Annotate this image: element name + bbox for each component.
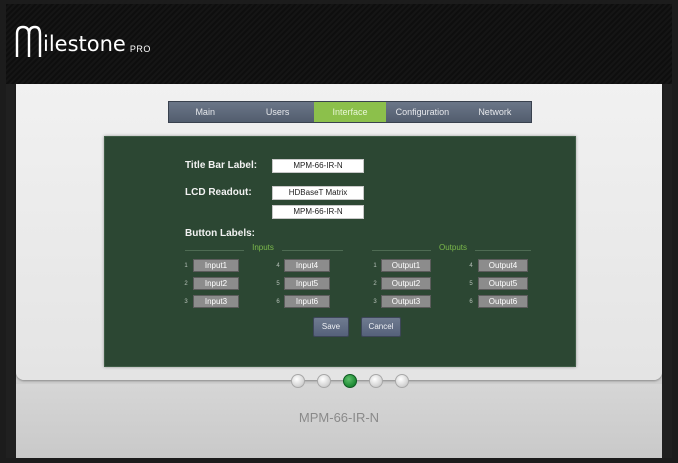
brand-logo: ilestone PRO: [14, 18, 151, 58]
input-number: 1: [184, 263, 188, 269]
app-window: ilestone PRO Main Users Interface Config…: [0, 0, 678, 463]
output-number: 6: [469, 299, 473, 305]
main-panel: Main Users Interface Configuration Netwo…: [16, 84, 662, 458]
lcd-line1-input[interactable]: [272, 186, 364, 200]
pager-dot-2[interactable]: [317, 374, 331, 388]
page-indicator: [291, 372, 421, 390]
output1-label-field[interactable]: [381, 259, 431, 272]
input3-label-field[interactable]: [193, 295, 239, 308]
logo-wordmark: ilestone: [43, 32, 126, 56]
input-number: 6: [276, 299, 280, 305]
output-number: 1: [373, 263, 377, 269]
lcd-line2-input[interactable]: [272, 205, 364, 219]
tab-configuration[interactable]: Configuration: [386, 102, 459, 122]
output-number: 4: [469, 263, 473, 269]
output2-label-field[interactable]: [381, 277, 431, 290]
inputs-divider-right: [282, 250, 343, 251]
milestone-m-logo-icon: [15, 25, 42, 57]
input6-label-field[interactable]: [284, 295, 330, 308]
output-number: 5: [469, 281, 473, 287]
cancel-button[interactable]: Cancel: [361, 317, 401, 337]
content-area: Main Users Interface Configuration Netwo…: [6, 84, 672, 458]
pager-dot-5[interactable]: [395, 374, 409, 388]
input-number: 3: [184, 299, 188, 305]
input-number: 4: [276, 263, 280, 269]
output5-label-field[interactable]: [478, 277, 528, 290]
outputs-divider-right: [475, 250, 531, 251]
logo-suffix: PRO: [129, 44, 151, 54]
outputs-divider-left: [372, 250, 431, 251]
input1-label-field[interactable]: [193, 259, 239, 272]
input4-label-field[interactable]: [284, 259, 330, 272]
output3-label-field[interactable]: [381, 295, 431, 308]
output-number: 2: [373, 281, 377, 287]
tab-network[interactable]: Network: [458, 102, 532, 122]
input5-label-field[interactable]: [284, 277, 330, 290]
inputs-divider-left: [185, 250, 244, 251]
nav-tabs: Main Users Interface Configuration Netwo…: [168, 101, 532, 123]
settings-card: Main Users Interface Configuration Netwo…: [16, 84, 662, 380]
outputs-group-title: Outputs: [438, 243, 467, 252]
device-name: MPM-66-IR-N: [298, 410, 380, 425]
input-number: 2: [184, 281, 188, 287]
save-button[interactable]: Save: [313, 317, 349, 337]
tab-interface[interactable]: Interface: [313, 102, 387, 122]
title-bar-input[interactable]: [272, 159, 364, 173]
pager-dot-3[interactable]: [343, 374, 357, 388]
pager-dot-1[interactable]: [291, 374, 305, 388]
title-bar-label: Title Bar Label:: [185, 160, 258, 171]
output-number: 3: [373, 299, 377, 305]
tab-main[interactable]: Main: [169, 102, 242, 122]
inputs-group-title: Inputs: [252, 243, 274, 252]
output6-label-field[interactable]: [478, 295, 528, 308]
pager-dot-4[interactable]: [369, 374, 383, 388]
button-labels-label: Button Labels:: [185, 228, 255, 239]
interface-form: Title Bar Label: LCD Readout: Button Lab…: [104, 136, 576, 367]
input-number: 5: [276, 281, 280, 287]
header-bar: ilestone PRO: [6, 4, 672, 84]
lcd-readout-label: LCD Readout:: [185, 187, 252, 198]
input2-label-field[interactable]: [193, 277, 239, 290]
output4-label-field[interactable]: [478, 259, 528, 272]
tab-users[interactable]: Users: [241, 102, 314, 122]
